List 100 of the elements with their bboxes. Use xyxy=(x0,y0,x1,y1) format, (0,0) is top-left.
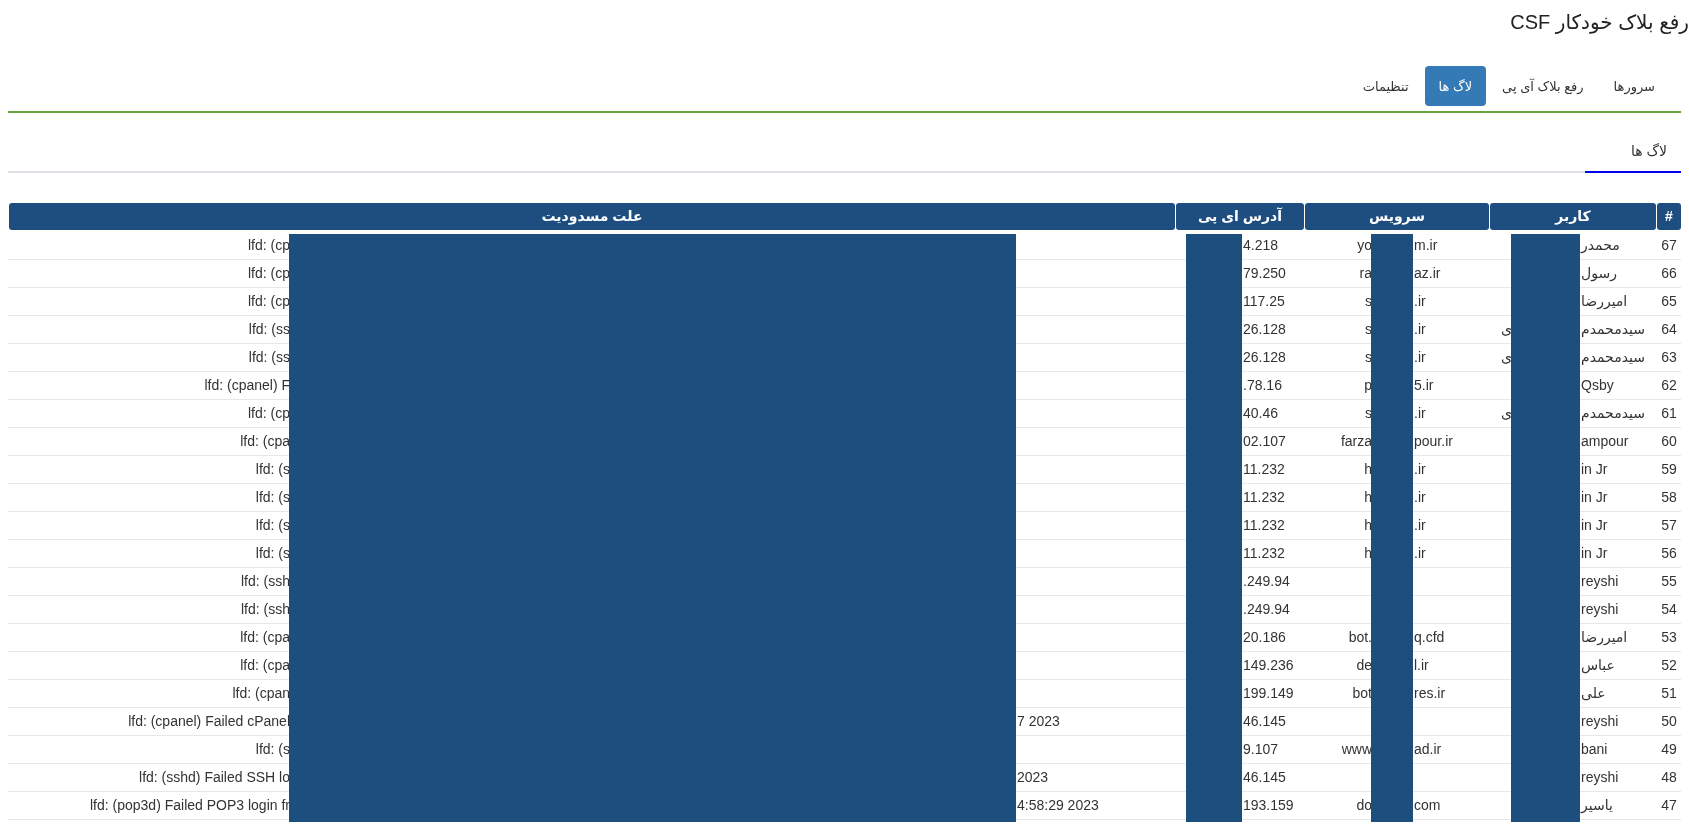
user-text: reyshi xyxy=(1581,712,1620,731)
reason-text: lfd: (cpanel) Failed cPanel xyxy=(127,712,290,731)
ip-text: 11.232 xyxy=(1243,544,1286,563)
row-number: 48 xyxy=(1661,769,1677,785)
row-number: 51 xyxy=(1661,685,1677,701)
ip-text: 149.236 xyxy=(1243,656,1295,675)
ip-text: 199.149 xyxy=(1243,684,1295,703)
reason-text: lfd: (cpanel) F xyxy=(203,376,290,395)
user-text: bani xyxy=(1581,740,1609,759)
user-text: ی xyxy=(1500,320,1512,339)
service-text: s xyxy=(1364,320,1372,339)
reason-text: 2023 xyxy=(1017,768,1050,787)
user-text: in Jr xyxy=(1581,488,1609,507)
nav-tab[interactable]: سرورها xyxy=(1599,66,1669,106)
service-text: s xyxy=(1364,348,1372,367)
reason-text: lfd: (s xyxy=(254,488,290,507)
reason-text: lfd: (s xyxy=(254,516,290,535)
service-text: .ir xyxy=(1414,516,1427,535)
reason-text: lfd: (pop3d) Failed POP3 login fr xyxy=(89,796,290,815)
user-text: reyshi xyxy=(1581,600,1620,619)
row-number: 63 xyxy=(1661,349,1677,365)
service-text: .ir xyxy=(1414,544,1427,563)
service-text: com xyxy=(1414,796,1442,815)
nav-tab[interactable]: تنظیمات xyxy=(1348,66,1423,106)
ip-text: 9.107 xyxy=(1243,740,1280,759)
reason-text: lfd: (ssh xyxy=(240,572,290,591)
service-text: m.ir xyxy=(1414,236,1439,255)
reason-text: 4:58:29 2023 xyxy=(1017,796,1100,815)
service-text: ad.ir xyxy=(1414,740,1443,759)
service-text: .ir xyxy=(1414,488,1427,507)
service-text: .ir xyxy=(1414,348,1427,367)
row-number: 55 xyxy=(1661,573,1677,589)
service-text: h xyxy=(1363,460,1372,479)
reason-text: lfd: (s xyxy=(254,460,290,479)
reason-text: lfd: (cp xyxy=(247,264,290,283)
user-text: محمدر xyxy=(1581,236,1621,255)
row-number: 59 xyxy=(1661,461,1677,477)
service-text: do xyxy=(1355,796,1372,815)
column-header: # xyxy=(1657,203,1681,230)
reason-text: lfd: (ss xyxy=(247,320,290,339)
ip-text: 46.145 xyxy=(1243,712,1287,731)
nav-tab[interactable]: رفع بلاک آی پی xyxy=(1488,66,1598,106)
ip-text: .78.16 xyxy=(1243,376,1283,395)
service-text: s xyxy=(1364,404,1372,423)
ip-text: 11.232 xyxy=(1243,516,1286,535)
ip-text: 20.186 xyxy=(1243,628,1287,647)
ip-text: .249.94 xyxy=(1243,572,1291,591)
reason-text: lfd: (cp xyxy=(247,236,290,255)
service-text: az.ir xyxy=(1414,264,1442,283)
reason-text: lfd: (cpan xyxy=(231,684,290,703)
ip-text: 193.159 xyxy=(1243,796,1295,815)
reason-text: lfd: (cpa xyxy=(239,628,290,647)
user-text: امیررضا xyxy=(1581,628,1629,648)
user-text: یاسیر xyxy=(1581,796,1614,815)
user-text: سیدمحمدم xyxy=(1581,320,1646,339)
page-title: رفع بلاک خودکار CSF xyxy=(1510,10,1689,34)
service-text: yo xyxy=(1356,236,1372,255)
row-number: 47 xyxy=(1661,797,1677,813)
user-text: رسول xyxy=(1581,264,1618,284)
row-number: 50 xyxy=(1661,713,1677,729)
ip-text: 40.46 xyxy=(1243,404,1280,423)
service-text: l.ir xyxy=(1414,656,1430,675)
user-text: reyshi xyxy=(1581,572,1620,591)
service-text: s xyxy=(1364,292,1372,311)
row-number: 58 xyxy=(1661,489,1677,505)
user-text: in Jr xyxy=(1581,460,1609,479)
row-number: 60 xyxy=(1661,433,1677,449)
service-text: pour.ir xyxy=(1414,432,1454,451)
service-text: ra xyxy=(1358,264,1372,283)
ip-text: 4.218 xyxy=(1243,236,1280,255)
service-text: h xyxy=(1363,544,1372,563)
service-text: de xyxy=(1355,656,1372,675)
user-text: reyshi xyxy=(1581,768,1620,787)
column-header: کاربر xyxy=(1490,203,1656,230)
column-header: آدرس ای پی xyxy=(1176,203,1304,230)
service-text: farza xyxy=(1339,432,1372,451)
ip-text: 11.232 xyxy=(1243,460,1286,479)
row-number: 54 xyxy=(1661,601,1677,617)
section-tab[interactable]: لاگ ها xyxy=(1585,135,1681,173)
row-number: 53 xyxy=(1661,629,1677,645)
service-text: .ir xyxy=(1414,292,1427,311)
user-text: امیررضا xyxy=(1581,292,1629,312)
reason-text: lfd: (ssh xyxy=(240,600,290,619)
row-number: 62 xyxy=(1661,377,1677,393)
user-text: Qsby xyxy=(1581,376,1615,395)
service-text: www xyxy=(1340,740,1372,759)
ip-text: 117.25 xyxy=(1243,292,1286,311)
reason-text: lfd: (ss xyxy=(247,348,290,367)
row-number: 66 xyxy=(1661,265,1677,281)
ip-text: 02.107 xyxy=(1243,432,1287,451)
reason-text: lfd: (s xyxy=(254,544,290,563)
service-text: .ir xyxy=(1414,404,1427,423)
ip-text: .249.94 xyxy=(1243,600,1291,619)
ip-text: 46.145 xyxy=(1243,768,1287,787)
user-text: عباس xyxy=(1581,656,1616,676)
reason-text: lfd: (s xyxy=(254,740,290,759)
service-text: q.cfd xyxy=(1414,628,1446,647)
row-number: 61 xyxy=(1661,405,1677,421)
nav-tab[interactable]: لاگ ها xyxy=(1424,66,1487,106)
row-number: 65 xyxy=(1661,293,1677,309)
